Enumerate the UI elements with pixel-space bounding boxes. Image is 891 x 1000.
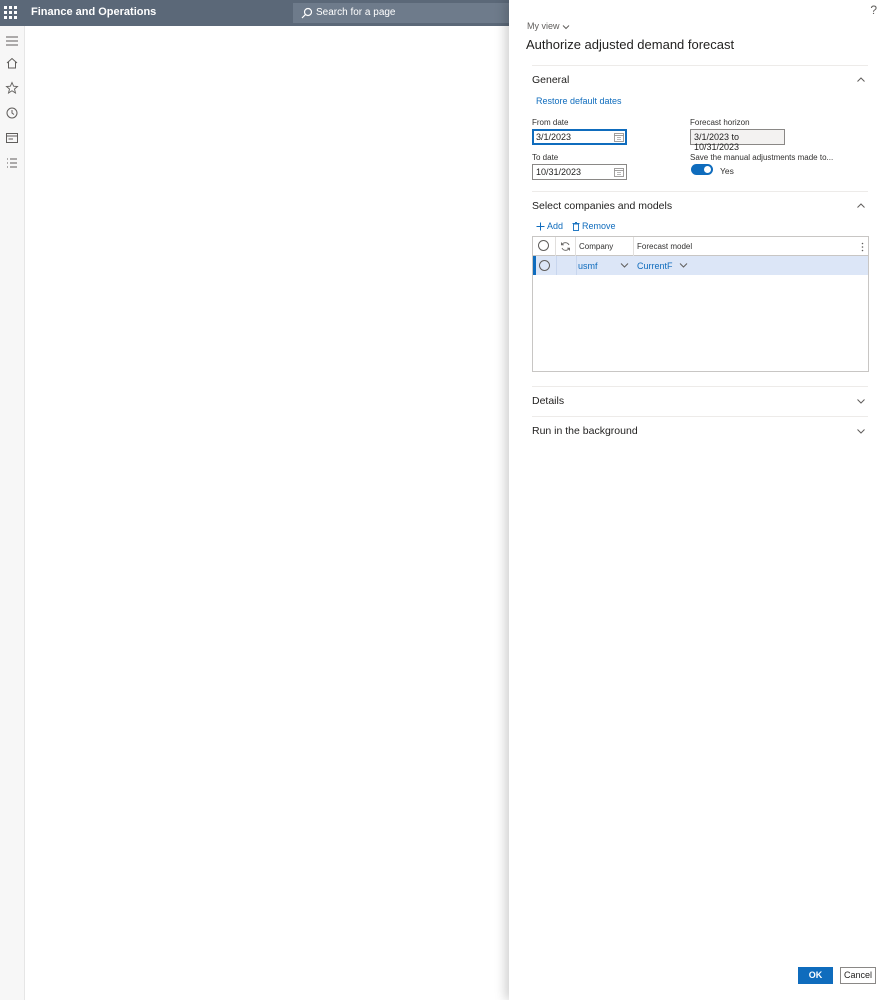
add-button[interactable]: Add [536, 221, 563, 231]
more-options-icon[interactable] [861, 242, 864, 252]
remove-button[interactable]: Remove [572, 221, 616, 231]
app-title[interactable]: Finance and Operations [31, 6, 156, 18]
help-button[interactable]: ? [870, 3, 877, 17]
chevron-up-icon [857, 77, 865, 82]
section-background-label: Run in the background [532, 425, 638, 437]
row-divider [556, 256, 557, 275]
chevron-down-icon [857, 399, 865, 404]
chevron-down-icon [857, 429, 865, 434]
companies-grid: Company Forecast model usmf CurrentF [532, 236, 869, 372]
row-divider [576, 256, 577, 275]
dialog-panel: ? My view Authorize adjusted demand fore… [509, 0, 891, 1000]
trash-icon [572, 222, 580, 231]
section-companies-label: Select companies and models [532, 200, 673, 212]
search-placeholder: Search for a page [316, 7, 396, 18]
my-view-label: My view [527, 21, 560, 31]
refresh-cell[interactable] [556, 237, 576, 256]
app-launcher-icon[interactable] [4, 6, 18, 20]
hamburger-icon[interactable] [5, 34, 19, 48]
select-all-cell[interactable] [533, 237, 556, 256]
save-manual-adjustments-label: Save the manual adjustments made to... [690, 153, 834, 162]
to-date-value: 10/31/2023 [536, 167, 582, 177]
home-icon[interactable] [5, 56, 19, 70]
section-details-header[interactable]: Details [532, 386, 868, 412]
select-all-circle-icon[interactable] [538, 240, 549, 251]
section-general-header[interactable]: General [532, 65, 868, 91]
section-general-label: General [532, 74, 570, 86]
forecast-horizon-field: 3/1/2023 to 10/31/2023 [690, 129, 785, 152]
search-icon [301, 7, 313, 19]
chevron-up-icon [857, 203, 865, 208]
ok-button[interactable]: OK [798, 967, 833, 984]
section-details-label: Details [532, 395, 565, 407]
forecast-horizon-label: Forecast horizon [690, 118, 750, 127]
search-input[interactable]: Search for a page [293, 3, 509, 23]
company-cell[interactable]: usmf [578, 261, 598, 271]
forecast-model-cell[interactable]: CurrentF [637, 261, 673, 271]
section-background-header[interactable]: Run in the background [532, 416, 868, 442]
row-selection-indicator [533, 256, 536, 275]
modules-icon[interactable] [5, 156, 19, 170]
from-date-label: From date [532, 118, 569, 127]
to-date-input[interactable]: 10/31/2023 [532, 164, 627, 180]
chevron-down-icon [562, 24, 570, 29]
cancel-button[interactable]: Cancel [840, 967, 876, 984]
to-date-label: To date [532, 153, 559, 162]
dialog-title: Authorize adjusted demand forecast [526, 37, 735, 52]
add-icon [536, 222, 545, 231]
calendar-icon[interactable] [614, 132, 624, 142]
from-date-input[interactable]: 3/1/2023 [532, 129, 627, 145]
navigation-rail [0, 26, 25, 1000]
save-manual-adjustments-toggle[interactable] [691, 164, 713, 175]
from-date-value: 3/1/2023 [536, 132, 572, 142]
recent-icon[interactable] [5, 106, 19, 120]
column-header-forecast-model[interactable]: Forecast model [634, 237, 868, 256]
add-label: Add [547, 221, 564, 231]
grid-header: Company Forecast model [533, 237, 868, 256]
save-manual-adjustments-value: Yes [720, 166, 734, 176]
favorites-icon[interactable] [5, 81, 19, 95]
calendar-icon[interactable] [614, 167, 624, 177]
section-companies-header[interactable]: Select companies and models [532, 191, 868, 217]
refresh-icon[interactable] [560, 241, 571, 252]
table-row[interactable]: usmf CurrentF [533, 256, 868, 275]
chevron-down-icon[interactable] [679, 262, 688, 269]
my-view-dropdown[interactable]: My view [527, 21, 570, 31]
row-select-circle-icon[interactable] [539, 260, 550, 271]
chevron-down-icon[interactable] [620, 262, 629, 269]
workspaces-icon[interactable] [5, 131, 19, 145]
restore-default-dates-link[interactable]: Restore default dates [536, 96, 622, 106]
remove-label: Remove [582, 221, 616, 231]
column-header-company[interactable]: Company [576, 237, 634, 256]
